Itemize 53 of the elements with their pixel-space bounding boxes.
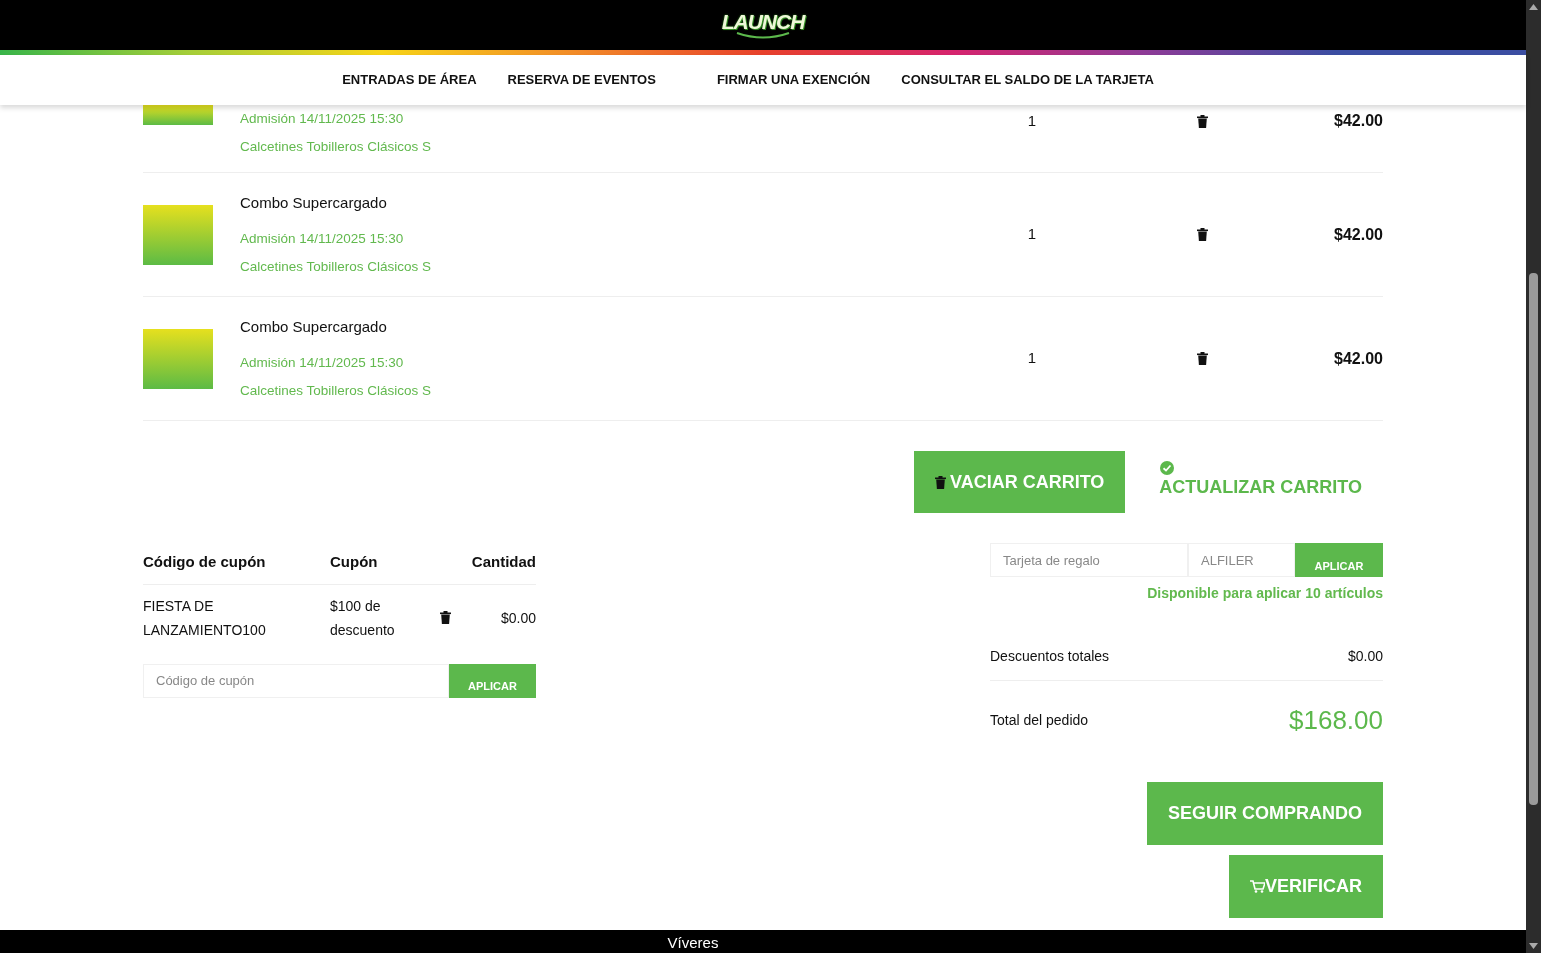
ticket-image — [143, 328, 213, 389]
column-header: Código de cupón — [143, 552, 267, 572]
scrollbar[interactable] — [1526, 0, 1541, 953]
footer-text: Víveres — [667, 934, 719, 951]
price-text: $42.00 — [1333, 224, 1383, 245]
ticket-image — [143, 204, 213, 265]
total-label: Total del pedido — [990, 711, 1089, 730]
apply-button[interactable]: APLICAR — [1295, 543, 1383, 577]
product-detail: Calcetines Tobilleros Clásicos S — [240, 257, 433, 276]
total-value: $0.00 — [1347, 647, 1383, 666]
check-circle-icon — [1159, 459, 1176, 476]
coupon-description: $100 de descuento — [330, 597, 395, 638]
availability-note: Disponible para aplicar 10 artículos — [1146, 584, 1383, 603]
nav-link[interactable]: RESERVA DE EVENTOS — [507, 70, 656, 90]
scroll-up-icon[interactable] — [1529, 4, 1538, 10]
logo[interactable]: LAUNCH — [721, 10, 805, 40]
product-title: Combo Supercargado — [240, 317, 388, 337]
column-header: Cantidad — [470, 552, 536, 572]
gift-card-field[interactable]: Tarjeta de regalo — [990, 543, 1188, 577]
product-detail: Admisión 14/11/2025 15:30 — [240, 229, 405, 248]
product-detail: Admisión 14/11/2025 15:30 — [240, 110, 405, 128]
coupon-amount: $0.00 — [500, 609, 536, 626]
quantity-text: 1 — [1026, 110, 1038, 131]
total-value: $168.00 — [1289, 704, 1383, 737]
total-label: Descuentos totales — [990, 647, 1110, 666]
empty-cart-button[interactable]: VACIAR CARRITO — [914, 451, 1126, 513]
product-detail: Admisión 14/11/2025 15:30 — [240, 353, 405, 372]
ticket-image — [143, 105, 213, 125]
coupon-code-field[interactable]: Código de cupón — [143, 663, 449, 698]
product-title: Combo Supercargado — [240, 193, 388, 213]
nav-link[interactable]: CONSULTAR EL SALDO DE LA TARJETA — [901, 70, 1154, 90]
coupon-code: FIESTA DE LANZAMIENTO100 — [143, 597, 266, 638]
nav-link[interactable]: FIRMAR UNA EXENCIÓN — [716, 70, 871, 90]
price-text: $42.00 — [1333, 348, 1383, 369]
nav-link[interactable]: ENTRADAS DE ÁREA — [342, 70, 477, 90]
cart-icon — [1250, 880, 1265, 893]
trash-icon[interactable] — [1197, 228, 1208, 241]
apply-button[interactable]: APLICAR — [449, 663, 536, 698]
checkout-button[interactable]: VERIFICAR — [1229, 855, 1383, 918]
trash-icon[interactable] — [935, 475, 946, 489]
quantity-text: 1 — [1026, 348, 1038, 369]
quantity-text: 1 — [1026, 224, 1038, 245]
pin-field[interactable]: ALFILER — [1188, 543, 1295, 577]
update-cart-link[interactable]: ACTUALIZAR CARRITO — [1159, 463, 1362, 501]
product-detail: Calcetines Tobilleros Clásicos S — [240, 381, 433, 400]
trash-icon[interactable] — [1197, 352, 1208, 365]
product-detail: Calcetines Tobilleros Clásicos S — [240, 138, 433, 157]
trash-icon[interactable] — [439, 611, 451, 624]
trash-icon[interactable] — [1197, 114, 1208, 128]
column-header: Cupón — [330, 552, 379, 572]
price-text: $42.00 — [1333, 111, 1383, 131]
continue-shopping-button[interactable]: SEGUIR COMPRANDO — [1147, 782, 1383, 845]
scroll-down-icon[interactable] — [1529, 943, 1538, 949]
